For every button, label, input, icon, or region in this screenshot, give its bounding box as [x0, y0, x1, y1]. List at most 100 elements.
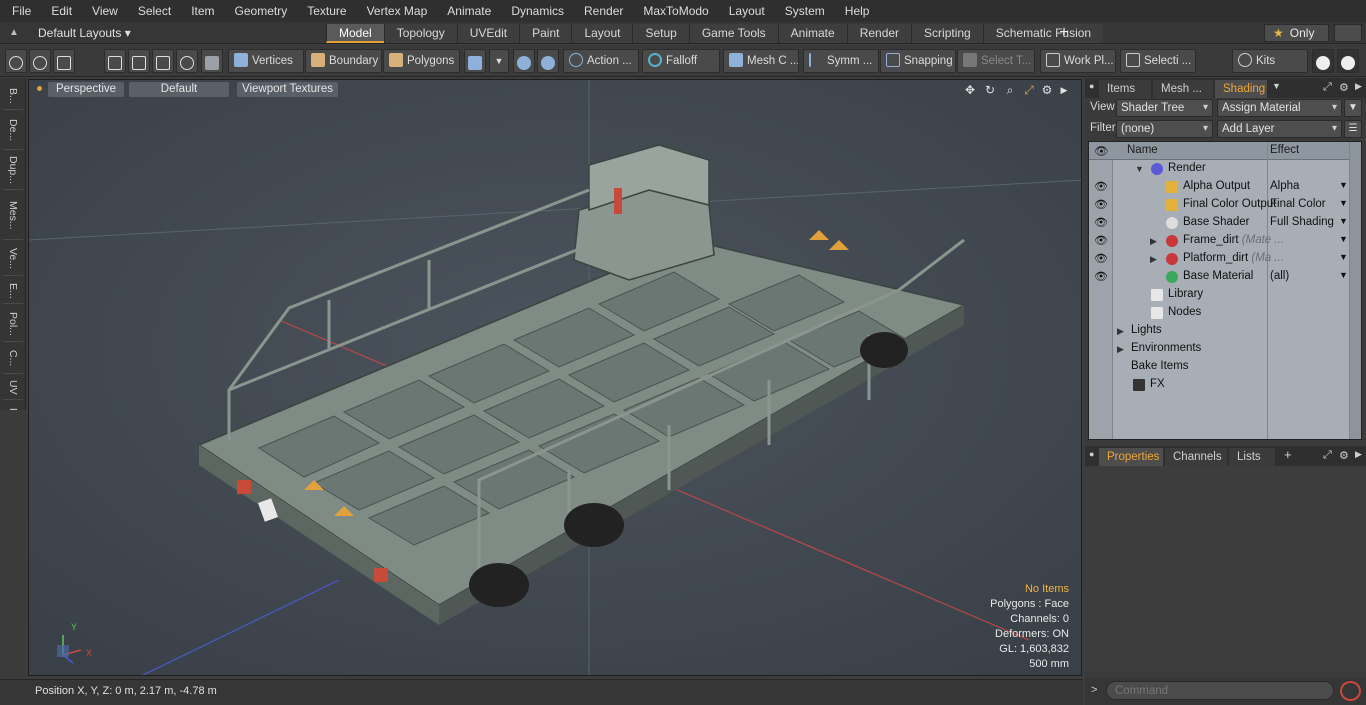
menu-view[interactable]: View: [82, 0, 128, 22]
shader-tree-row-lights[interactable]: ▶ Lights: [1089, 322, 1351, 340]
expand-arrow-icon[interactable]: ▶: [1150, 252, 1160, 266]
expand-arrow-icon[interactable]: ▶: [1117, 342, 1127, 356]
unity-icon[interactable]: [1312, 49, 1334, 73]
viewport-style-button[interactable]: Default: [129, 82, 229, 97]
shader-tree-row-final-color-output[interactable]: 👁 Final Color Output Final Color ▼: [1089, 196, 1351, 214]
menu-file[interactable]: File: [0, 0, 41, 22]
unreal-icon[interactable]: [1337, 49, 1359, 73]
left-tool-2[interactable]: Dup...: [3, 152, 23, 190]
shader-tree-row-platform-dirt[interactable]: 👁 ▶ Platform_dirt (Ma ... ▼: [1089, 250, 1351, 268]
selection-sets-button[interactable]: Selecti ...: [1120, 49, 1196, 73]
left-tool-3[interactable]: Mes...: [3, 192, 23, 240]
visibility-eye-icon[interactable]: 👁: [1093, 199, 1109, 211]
viewport-perspective-button[interactable]: Perspective: [48, 82, 124, 97]
visibility-eye-icon[interactable]: 👁: [1093, 181, 1109, 193]
symmetry-x-icon[interactable]: [513, 49, 535, 73]
left-tool-4[interactable]: Ve...: [3, 242, 23, 276]
only-button[interactable]: ★ Only: [1264, 24, 1329, 42]
tab-render[interactable]: Render: [846, 24, 912, 43]
menu-dynamics[interactable]: Dynamics: [501, 0, 574, 22]
kits-button[interactable]: Kits: [1232, 49, 1308, 73]
shader-tree-row-library[interactable]: Library: [1089, 286, 1351, 304]
shader-tree-row-alpha-output[interactable]: 👁 Alpha Output Alpha ▼: [1089, 178, 1351, 196]
command-input[interactable]: [1106, 681, 1334, 700]
left-tool-0[interactable]: B...: [3, 82, 23, 110]
add-tab-button[interactable]: +: [1055, 24, 1073, 42]
left-tool-8[interactable]: UV: [3, 376, 23, 400]
left-tool-7[interactable]: C...: [3, 344, 23, 374]
visibility-eye-icon[interactable]: 👁: [1093, 253, 1109, 265]
shader-tree-row-base-shader[interactable]: 👁 Base Shader Full Shading ▼: [1089, 214, 1351, 232]
panel-expand-icon[interactable]: ⤢: [1323, 81, 1332, 94]
orbit-icon[interactable]: ↻: [983, 83, 997, 97]
tab-topology[interactable]: Topology: [383, 24, 457, 43]
properties-menu-dot-icon[interactable]: ●: [1089, 449, 1094, 459]
tab-items[interactable]: Items: [1099, 80, 1151, 98]
viewport-scene[interactable]: [29, 80, 1082, 676]
properties-expand-icon[interactable]: ⤢: [1323, 449, 1332, 462]
menu-select[interactable]: Select: [128, 0, 181, 22]
tabs-dropdown-icon[interactable]: ▼: [1272, 81, 1281, 91]
left-tool-5[interactable]: E...: [3, 278, 23, 304]
effect-dropdown-icon[interactable]: ▼: [1339, 198, 1348, 208]
add-layer-select[interactable]: Add Layer: [1217, 120, 1342, 138]
tab-layout[interactable]: Layout: [571, 24, 633, 43]
shader-tree-row-bake-items[interactable]: Bake Items: [1089, 358, 1351, 376]
tab-model[interactable]: Model: [326, 24, 384, 43]
polygons-button[interactable]: Polygons: [383, 49, 460, 73]
layout-preset-select[interactable]: Default Layouts ▾: [30, 24, 139, 42]
menu-render[interactable]: Render: [574, 0, 633, 22]
work-plane-button[interactable]: Work Pl...: [1040, 49, 1116, 73]
rotate-icon[interactable]: [176, 49, 198, 73]
effect-dropdown-icon[interactable]: ▼: [1339, 216, 1348, 226]
symmetry-y-icon[interactable]: [537, 49, 559, 73]
tab-animate[interactable]: Animate: [777, 24, 847, 43]
menu-edit[interactable]: Edit: [41, 0, 82, 22]
column-effect-header[interactable]: Effect: [1270, 144, 1299, 156]
falloff-button[interactable]: Falloff: [642, 49, 720, 73]
viewport-menu-dot[interactable]: [37, 86, 42, 91]
visibility-eye-icon[interactable]: 👁: [1093, 235, 1109, 247]
transform-icon[interactable]: [104, 49, 126, 73]
effect-dropdown-icon[interactable]: ▼: [1339, 234, 1348, 244]
tab-properties[interactable]: Properties: [1099, 448, 1163, 466]
visibility-eye-icon[interactable]: 👁: [1093, 271, 1109, 283]
3d-viewport[interactable]: Y X Perspective Default Viewport Texture…: [28, 79, 1082, 676]
assign-material-select[interactable]: Assign Material: [1217, 99, 1342, 117]
globe-icon[interactable]: [29, 49, 51, 73]
menu-animate[interactable]: Animate: [437, 0, 501, 22]
effect-dropdown-icon[interactable]: ▼: [1339, 270, 1348, 280]
viewport-expand-arrow-icon[interactable]: ▶: [1057, 83, 1071, 97]
filter-funnel-icon[interactable]: ▼: [1344, 99, 1362, 117]
command-history-button[interactable]: [1340, 681, 1361, 701]
menu-system[interactable]: System: [775, 0, 835, 22]
visibility-eye-icon[interactable]: 👁: [1093, 217, 1109, 229]
panel-menu-dot-icon[interactable]: ●: [1089, 81, 1094, 91]
symmetry-button[interactable]: Symm ...: [803, 49, 879, 73]
viewport-textures-button[interactable]: Viewport Textures: [237, 82, 338, 97]
menu-item[interactable]: Item: [181, 0, 224, 22]
viewport-settings-gear-icon[interactable]: ⚙: [1040, 83, 1054, 97]
properties-collapse-icon[interactable]: ▶: [1355, 449, 1362, 460]
menu-help[interactable]: Help: [835, 0, 880, 22]
expand-arrow-icon[interactable]: ▶: [1117, 324, 1127, 338]
select-vertices-circle-icon[interactable]: [5, 49, 27, 73]
tab-mesh[interactable]: Mesh ...: [1153, 80, 1213, 98]
action-center-button[interactable]: Action ...: [563, 49, 639, 73]
view-select[interactable]: Shader Tree: [1116, 99, 1213, 117]
menu-maxtomodo[interactable]: MaxToModo: [633, 0, 718, 22]
tab-setup[interactable]: Setup: [632, 24, 689, 43]
shader-tree-row-environments[interactable]: ▶ Environments: [1089, 340, 1351, 358]
tab-uvedit[interactable]: UVEdit: [456, 24, 520, 43]
zoom-icon[interactable]: ⌕: [1003, 83, 1017, 97]
vertices-button[interactable]: Vertices: [228, 49, 304, 73]
shader-tree-row-fx[interactable]: FX: [1089, 376, 1351, 394]
fit-icon[interactable]: ⤢: [1022, 83, 1036, 97]
effect-dropdown-icon[interactable]: ▼: [1339, 180, 1348, 190]
scale-icon[interactable]: [152, 49, 174, 73]
mode-dropdown-icon[interactable]: ▼: [489, 49, 509, 73]
column-name-header[interactable]: Name: [1127, 144, 1158, 156]
items-mode-icon[interactable]: [201, 49, 223, 73]
menu-layout[interactable]: Layout: [719, 0, 775, 22]
left-tool-1[interactable]: De...: [3, 112, 23, 150]
